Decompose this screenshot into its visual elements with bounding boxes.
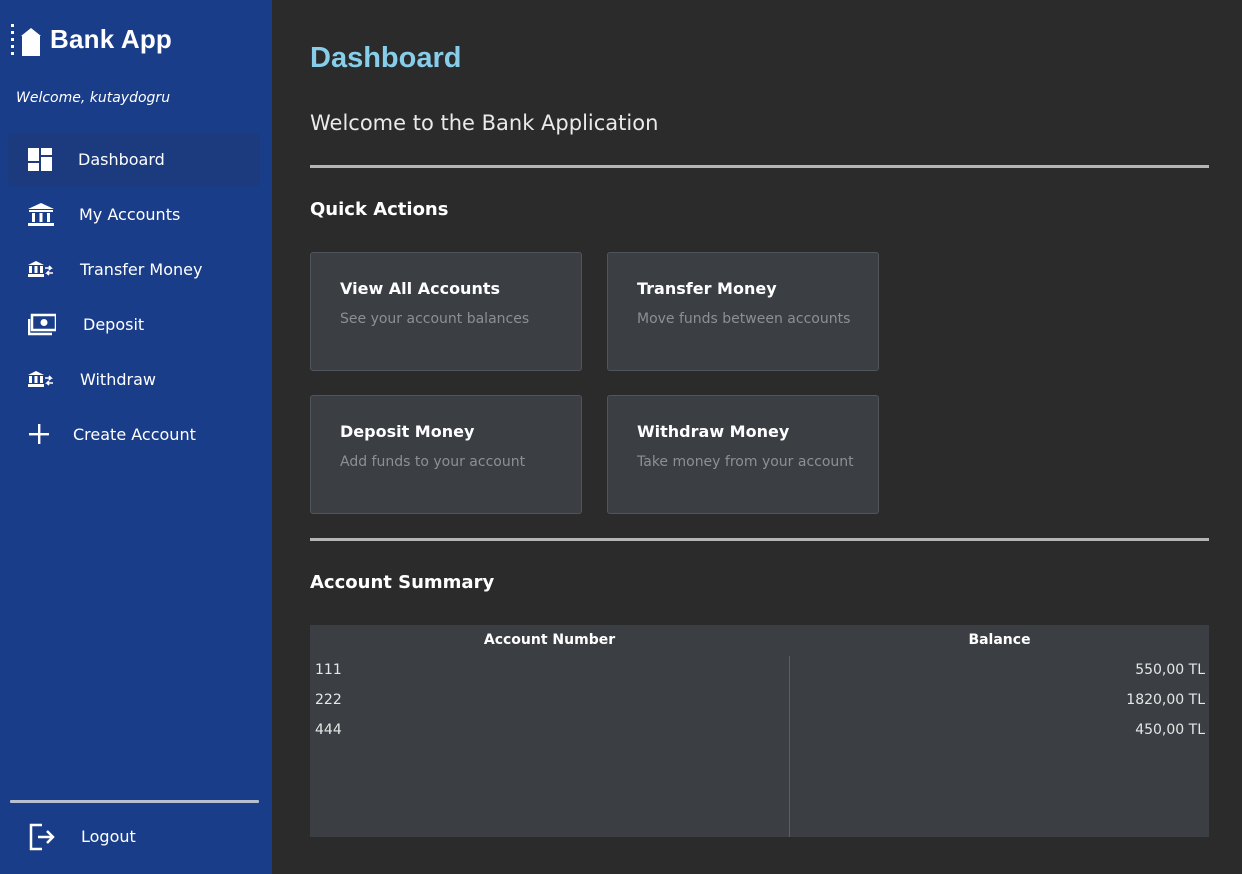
sidebar-item-label: Deposit <box>83 315 145 334</box>
view-all-accounts-card[interactable]: View All Accounts See your account balan… <box>310 252 582 371</box>
card-title: Transfer Money <box>637 279 777 298</box>
sidebar-item-transfer-money[interactable]: Transfer Money <box>8 244 260 296</box>
sidebar-item-label: My Accounts <box>79 205 181 224</box>
sidebar-item-dashboard[interactable]: Dashboard <box>8 134 260 186</box>
brand: Bank App <box>10 22 172 56</box>
logout-label: Logout <box>81 827 136 846</box>
sidebar-item-withdraw[interactable]: Withdraw <box>8 354 260 406</box>
building-logo-icon <box>10 22 42 56</box>
table-row[interactable]: 222 1820,00 TL <box>310 686 1209 716</box>
column-header-account-number[interactable]: Account Number <box>310 625 789 656</box>
sidebar-item-deposit[interactable]: Deposit <box>8 299 260 351</box>
sidebar: Bank App Welcome, kutaydogru Dashboard M… <box>0 0 272 874</box>
bank-transfer-icon <box>28 368 54 392</box>
deposit-money-card[interactable]: Deposit Money Add funds to your account <box>310 395 582 514</box>
account-number-cell: 444 <box>315 722 342 738</box>
card-title: Withdraw Money <box>637 422 790 441</box>
balance-cell: 550,00 TL <box>1135 662 1205 678</box>
sidebar-item-label: Dashboard <box>78 150 165 169</box>
sidebar-item-label: Create Account <box>73 425 196 444</box>
card-description: Move funds between accounts <box>637 311 851 327</box>
column-header-balance[interactable]: Balance <box>790 625 1209 656</box>
logout-button[interactable]: Logout <box>8 812 260 862</box>
divider <box>310 165 1209 168</box>
bank-transfer-icon <box>28 258 54 282</box>
money-icon <box>27 313 58 337</box>
balance-cell: 1820,00 TL <box>1126 692 1205 708</box>
page-subtitle: Welcome to the Bank Application <box>310 111 659 135</box>
table-row[interactable]: 111 550,00 TL <box>310 656 1209 686</box>
card-description: Take money from your account <box>637 454 854 470</box>
card-description: Add funds to your account <box>340 454 526 470</box>
plus-icon <box>28 423 54 447</box>
sidebar-item-my-accounts[interactable]: My Accounts <box>8 189 260 241</box>
account-number-cell: 222 <box>315 692 342 708</box>
transfer-money-card[interactable]: Transfer Money Move funds between accoun… <box>607 252 879 371</box>
app-title: Bank App <box>50 23 172 54</box>
main-content: Dashboard Welcome to the Bank Applicatio… <box>272 0 1242 874</box>
card-description: See your account balances <box>340 311 530 327</box>
card-title: View All Accounts <box>340 279 501 298</box>
dashboard-icon <box>28 148 54 172</box>
sidebar-item-create-account[interactable]: Create Account <box>8 409 260 461</box>
table-row[interactable]: 444 450,00 TL <box>310 716 1209 746</box>
logout-icon <box>28 823 55 851</box>
welcome-user-text: Welcome, kutaydogru <box>16 90 171 106</box>
bank-icon <box>28 203 54 227</box>
sidebar-divider <box>10 800 259 803</box>
sidebar-item-label: Transfer Money <box>80 260 203 279</box>
balance-cell: 450,00 TL <box>1135 722 1205 738</box>
divider <box>310 538 1209 541</box>
quick-actions-title: Quick Actions <box>310 199 449 220</box>
account-summary-table[interactable]: Account Number Balance 111 550,00 TL 222… <box>310 625 1209 837</box>
account-summary-title: Account Summary <box>310 572 495 593</box>
account-number-cell: 111 <box>315 662 342 678</box>
withdraw-money-card[interactable]: Withdraw Money Take money from your acco… <box>607 395 879 514</box>
sidebar-item-label: Withdraw <box>80 370 156 389</box>
page-title: Dashboard <box>310 42 462 74</box>
sidebar-nav: Dashboard My Accounts Transfer Money Dep… <box>0 134 272 464</box>
card-title: Deposit Money <box>340 422 475 441</box>
